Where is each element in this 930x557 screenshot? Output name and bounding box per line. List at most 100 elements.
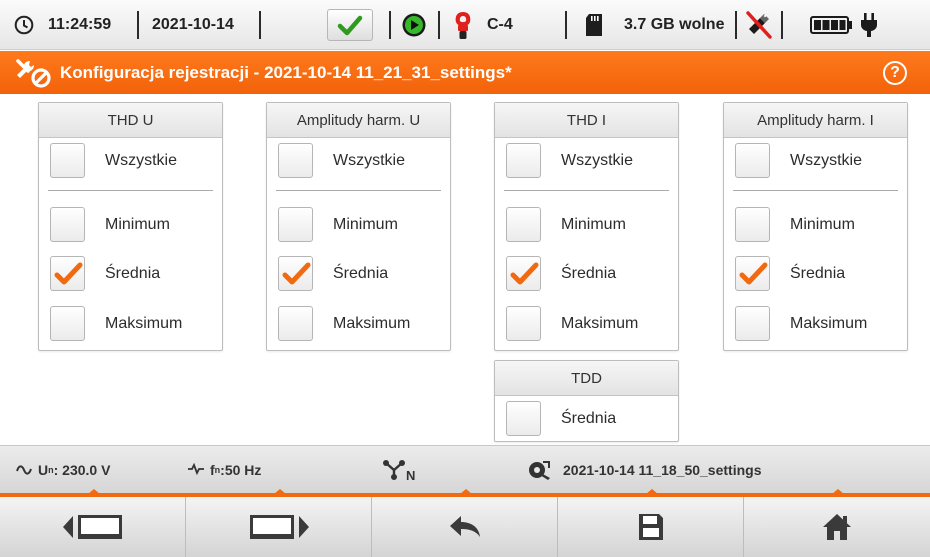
frequency-value: :50 Hz [220, 462, 262, 478]
sd-card-icon [585, 0, 603, 50]
checkbox-all[interactable] [735, 143, 770, 178]
checkbox-average-label: Średnia [105, 265, 161, 282]
checkbox-average-label: Średnia [561, 265, 617, 282]
panel-thd-u: THD U Wszystkie Minimum Średnia Maksimum [38, 102, 223, 351]
checkbox-maximum-label: Maksimum [105, 315, 183, 332]
clamp-type-label: C-4 [487, 16, 513, 33]
voltage-symbol: U [38, 462, 49, 478]
checkbox-average[interactable] [506, 256, 541, 291]
panel-title: TDD [495, 361, 678, 396]
button-notch [274, 489, 286, 494]
clock-icon [14, 0, 34, 50]
divider [733, 190, 898, 191]
info-bar: Un: 230.0 V f n:50 Hz N 2021-10-14 11_18_… [0, 445, 930, 493]
panel-title: Amplitudy harm. I [724, 103, 907, 138]
button-notch [460, 489, 472, 494]
checkbox-all[interactable] [506, 143, 541, 178]
home-icon [823, 514, 851, 540]
status-separator [565, 11, 567, 39]
home-button[interactable] [744, 497, 930, 557]
status-separator [781, 11, 783, 39]
settings-file-name: 2021-10-14 11_18_50_settings [563, 462, 762, 478]
previous-screen-button[interactable] [0, 497, 186, 557]
clamp-icon [452, 0, 474, 50]
check-icon [337, 15, 363, 36]
check-mark-icon [739, 262, 768, 285]
panel-title: Amplitudy harm. U [267, 103, 450, 138]
checkbox-maximum[interactable] [50, 306, 85, 341]
measurement-ok-indicator[interactable] [327, 9, 373, 41]
divider [276, 190, 441, 191]
checkbox-maximum-label: Maksimum [333, 315, 411, 332]
time-display: 11:24:59 [48, 16, 112, 33]
page-title: Konfiguracja rejestracji - 2021-10-14 11… [60, 63, 512, 82]
network-type: N [382, 446, 415, 494]
power-plug-icon [860, 0, 878, 50]
battery-icon [810, 0, 854, 50]
checkbox-minimum-label: Minimum [790, 216, 855, 233]
checkbox-all-label: Wszystkie [333, 152, 405, 169]
storage-free-label: 3.7 GB wolne [624, 16, 725, 33]
checkbox-maximum-label: Maksimum [561, 315, 639, 332]
checkbox-all-label: Wszystkie [790, 152, 862, 169]
title-bar: Konfiguracja rejestracji - 2021-10-14 11… [0, 51, 930, 94]
checkbox-maximum-label: Maksimum [790, 315, 868, 332]
back-button[interactable] [372, 497, 558, 557]
button-notch [832, 489, 844, 494]
checkbox-maximum[interactable] [735, 306, 770, 341]
status-bar: 11:24:59 2021-10-14 C-4 3.7 GB wolne [0, 0, 930, 50]
checkbox-minimum[interactable] [278, 207, 313, 242]
back-arrow-icon [449, 516, 480, 537]
network-wye-icon [383, 460, 405, 480]
panel-title: THD U [39, 103, 222, 138]
divider [504, 190, 669, 191]
next-screen-button[interactable] [186, 497, 372, 557]
save-icon [638, 514, 663, 540]
frequency-icon [187, 462, 205, 478]
previous-screen-icon [62, 515, 122, 539]
panel-harm-i: Amplitudy harm. I Wszystkie Minimum Śred… [723, 102, 908, 351]
checkbox-minimum-label: Minimum [105, 216, 170, 233]
help-icon[interactable]: ? [883, 61, 907, 85]
status-separator [389, 11, 391, 39]
save-button[interactable] [558, 497, 744, 557]
checkbox-all[interactable] [278, 143, 313, 178]
checkbox-minimum-label: Minimum [333, 216, 398, 233]
checkbox-all-label: Wszystkie [105, 152, 177, 169]
next-screen-icon [249, 515, 309, 539]
settings-file-gear-icon [527, 446, 551, 494]
nominal-frequency: f n:50 Hz [187, 446, 261, 494]
checkbox-maximum[interactable] [506, 306, 541, 341]
checkbox-average[interactable] [506, 401, 541, 436]
panel-title: THD I [495, 103, 678, 138]
checkbox-average[interactable] [278, 256, 313, 291]
checkbox-minimum-label: Minimum [561, 216, 626, 233]
checkbox-average-label: Średnia [790, 265, 846, 282]
panel-tdd: TDD Średnia [494, 360, 679, 442]
nominal-voltage: Un: 230.0 V [16, 446, 110, 494]
checkbox-average-label: Średnia [333, 265, 389, 282]
check-mark-icon [282, 262, 311, 285]
check-mark-icon [54, 262, 83, 285]
recording-play-icon [401, 0, 427, 50]
checkbox-maximum[interactable] [278, 306, 313, 341]
checkbox-all[interactable] [50, 143, 85, 178]
button-notch [646, 489, 658, 494]
checkbox-all-label: Wszystkie [561, 152, 633, 169]
checkbox-minimum[interactable] [50, 207, 85, 242]
status-separator [735, 11, 737, 39]
checkbox-average-label: Średnia [561, 410, 617, 427]
checkbox-minimum[interactable] [506, 207, 541, 242]
bottom-toolbar [0, 497, 930, 557]
divider [48, 190, 213, 191]
checkbox-average[interactable] [50, 256, 85, 291]
status-separator [137, 11, 139, 39]
panel-harm-u: Amplitudy harm. U Wszystkie Minimum Śred… [266, 102, 451, 351]
checkbox-average[interactable] [735, 256, 770, 291]
status-separator [438, 11, 440, 39]
status-separator [259, 11, 261, 39]
check-mark-icon [510, 262, 539, 285]
checkbox-minimum[interactable] [735, 207, 770, 242]
button-notch [88, 489, 100, 494]
settings-tools-icon [14, 57, 52, 94]
